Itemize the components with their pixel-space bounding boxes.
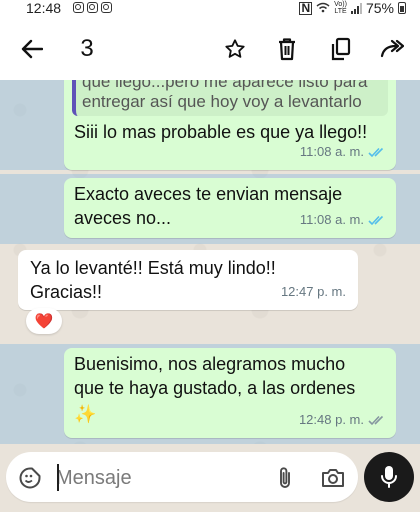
trash-icon xyxy=(279,38,295,61)
reaction-badge[interactable]: ❤️ xyxy=(26,308,62,334)
message-bubble-incoming[interactable]: Ya lo levanté!! Está muy lindo!! Gracias… xyxy=(18,250,358,310)
message-input[interactable] xyxy=(54,462,258,494)
emoji-button[interactable] xyxy=(16,464,44,492)
message-time: 11:08 a. m. xyxy=(299,144,364,159)
message-time: 11:08 a. m. xyxy=(299,212,364,227)
selected-count: 3 xyxy=(80,35,94,62)
mic-button[interactable] xyxy=(364,452,414,502)
message-meta: 11:08 a. m. xyxy=(300,208,386,232)
status-right: N Vo)) LTE 75% xyxy=(299,0,406,16)
camera-icon xyxy=(322,469,344,487)
quoted-text-line1: que llego...pero me aparece listo para xyxy=(82,80,368,91)
instagram-notification-icon xyxy=(101,2,112,13)
nfc-icon: N xyxy=(299,0,313,15)
message-bubble-outgoing[interactable]: Buenisimo, nos alegramos mucho que te ha… xyxy=(64,348,396,438)
read-ticks-icon xyxy=(368,215,384,225)
quoted-text-line2: entregar así que hoy voy a levantarlo xyxy=(82,92,362,111)
sticker-emoji-icon xyxy=(19,467,41,489)
notification-icons xyxy=(73,2,112,13)
text-cursor xyxy=(57,464,59,491)
battery-icon xyxy=(398,2,406,14)
message-input-pill xyxy=(6,452,358,502)
message-text-line1: Exacto aveces te envian mensaje xyxy=(74,184,343,204)
heart-reaction-icon: ❤️ xyxy=(34,313,54,330)
status-bar: 12:48 N Vo)) LTE 75% xyxy=(0,0,420,18)
read-ticks-icon xyxy=(368,147,384,157)
attach-button[interactable] xyxy=(272,464,298,492)
status-time: 12:48 xyxy=(26,0,62,16)
volte-label: Vo)) xyxy=(334,1,347,8)
message-text-line2: aveces no... xyxy=(74,208,172,228)
copy-button[interactable] xyxy=(326,18,356,80)
message-text-line2: que te haya gustado, a las ordenes xyxy=(74,378,356,398)
camera-button[interactable] xyxy=(318,464,348,492)
battery-percent: 75% xyxy=(365,0,394,16)
message-meta: 11:08 a. m. xyxy=(300,140,386,164)
delivered-ticks-icon xyxy=(368,415,384,425)
lte-label: LTE xyxy=(334,8,347,15)
star-icon xyxy=(225,39,245,58)
signal-icon xyxy=(350,2,362,14)
message-time: 12:48 p. m. xyxy=(298,412,364,427)
message-bubble-outgoing[interactable]: que llego...pero me aparece listo para e… xyxy=(64,80,396,170)
message-text-line2: Gracias!! xyxy=(30,282,103,302)
copy-icon xyxy=(331,37,351,61)
message-meta: 12:47 p. m. xyxy=(281,280,346,304)
message-time: 12:47 p. m. xyxy=(280,284,346,299)
wifi-icon xyxy=(316,0,330,16)
message-text-line1: Buenisimo, nos alegramos mucho xyxy=(74,354,346,374)
quoted-message[interactable]: que llego...pero me aparece listo para e… xyxy=(72,80,388,116)
instagram-notification-icon xyxy=(73,2,84,13)
message-bubble-outgoing[interactable]: Exacto aveces te envian mensaje aveces n… xyxy=(64,178,396,238)
selection-app-bar: 3 xyxy=(0,18,420,81)
paperclip-icon xyxy=(280,467,290,488)
forward-button[interactable] xyxy=(374,18,410,80)
arrow-back-icon xyxy=(21,39,43,59)
chat-area[interactable]: que llego...pero me aparece listo para e… xyxy=(0,80,420,444)
composer-bar xyxy=(0,444,420,512)
message-meta: 12:48 p. m. xyxy=(299,408,386,432)
delete-button[interactable] xyxy=(272,18,302,80)
selected-count-wrap: 3 xyxy=(72,18,102,80)
instagram-notification-icon xyxy=(87,2,98,13)
forward-icon xyxy=(380,39,404,58)
back-button[interactable] xyxy=(12,18,52,80)
message-text-line1: Ya lo levanté!! Está muy lindo!! xyxy=(30,258,276,278)
sparkles-emoji: ✨ xyxy=(74,404,97,424)
star-button[interactable] xyxy=(220,18,250,80)
microphone-icon xyxy=(381,466,397,488)
volte-indicator: Vo)) LTE xyxy=(334,1,347,15)
